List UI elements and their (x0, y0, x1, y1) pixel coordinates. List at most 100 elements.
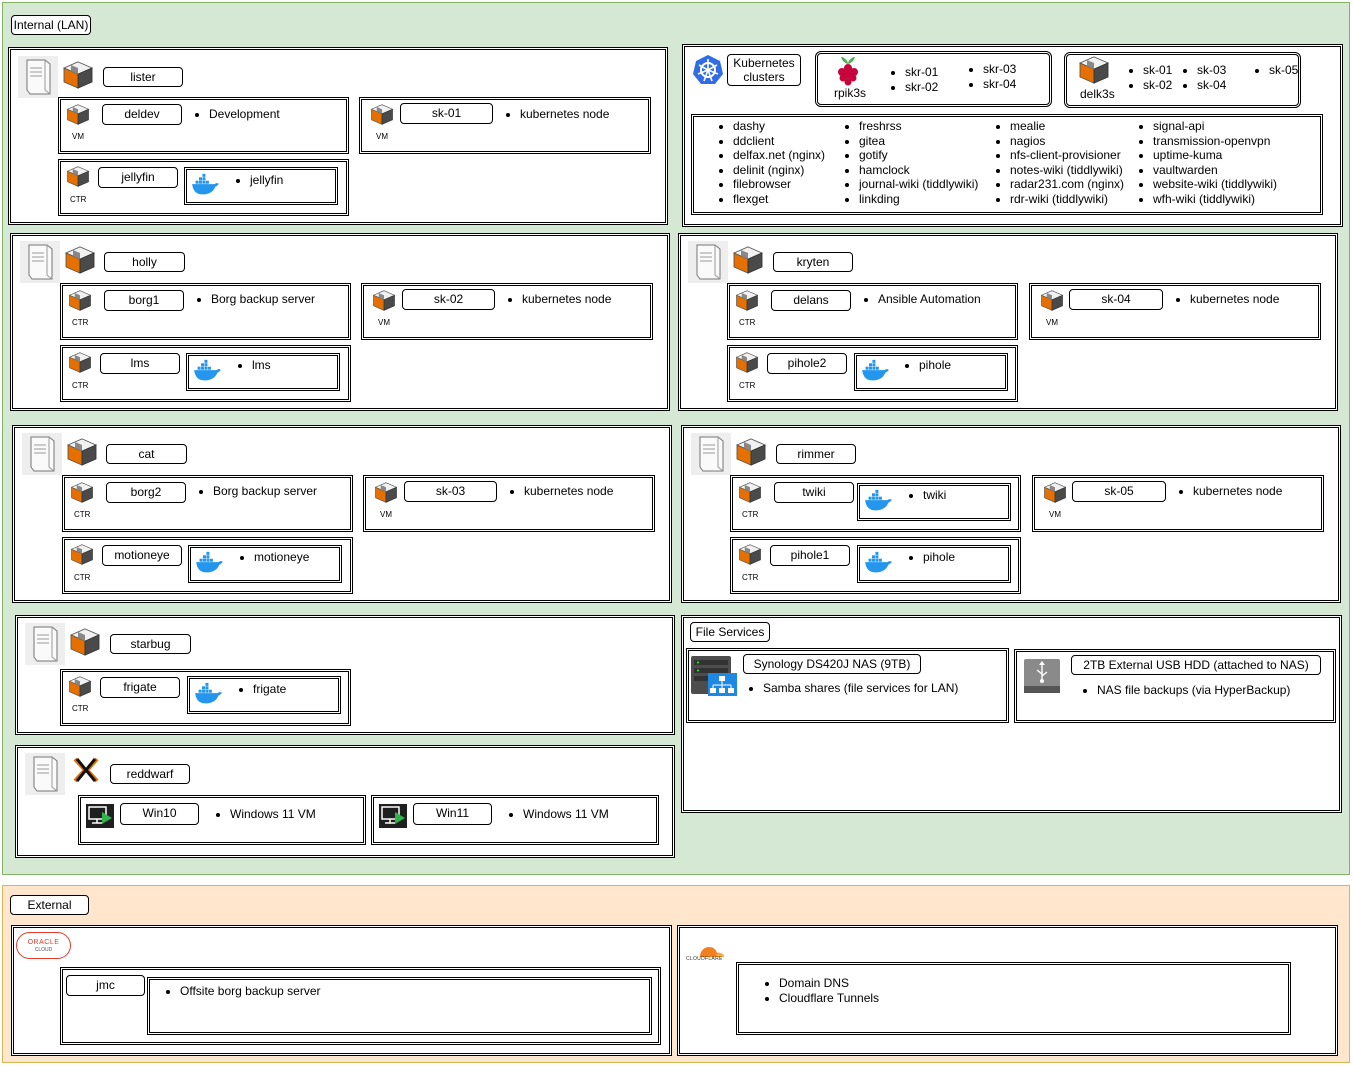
guest-name-delans: delans (771, 290, 851, 311)
apps-col2: freshrssgiteagotify hamclockjournal-wiki… (845, 119, 978, 206)
guest-name-sk-05: sk-05 (1072, 481, 1166, 502)
proxmox-icon (1043, 482, 1067, 503)
rpik3s-nodes-col1: skr-01skr-02 (891, 65, 938, 94)
proxmox-ve-icon (73, 757, 99, 783)
ctr-tag: CTR (739, 381, 756, 390)
kubernetes-icon (693, 55, 723, 84)
host-name-cat: cat (106, 444, 187, 464)
proxmox-icon (738, 482, 762, 503)
server-icon (688, 241, 728, 283)
ctr-tag: CTR (74, 510, 91, 519)
guest-name-sk-03: sk-03 (404, 481, 497, 502)
proxmox-icon (735, 290, 759, 311)
guest-name-sk-04: sk-04 (1069, 289, 1163, 310)
guest-name-frigate: frigate (100, 677, 180, 698)
proxmox-icon (70, 544, 94, 565)
proxmox-icon (66, 438, 98, 466)
proxmox-icon (69, 628, 101, 656)
vm-tag: VM (376, 132, 388, 141)
usb-drive-icon (1024, 659, 1060, 693)
guest-name-pihole1: pihole1 (770, 545, 850, 566)
rpik3s-nodes-col2: skr-03skr-04 (969, 62, 1016, 91)
guest-name-sk-01: sk-01 (400, 103, 493, 124)
guest-name-twiki: twiki (774, 482, 854, 503)
guest-name-win10: Win10 (120, 803, 199, 825)
guest-name-sk-02: sk-02 (402, 289, 495, 310)
delk3s-nodes-col3: sk-05 (1255, 63, 1298, 78)
proxmox-icon (66, 104, 90, 125)
docker-jellyfin-list: jellyfin (236, 173, 283, 188)
raspberry-pi-icon (838, 57, 858, 86)
cluster-name-delk3s: delk3s (1080, 87, 1115, 101)
docker-icon (863, 551, 893, 575)
guest-name-lms: lms (100, 353, 180, 374)
proxmox-icon (1078, 56, 1110, 84)
docker-pihole1-list: pihole (909, 550, 955, 565)
proxmox-icon (68, 676, 92, 697)
virtual-machine-icon (379, 804, 407, 828)
proxmox-icon (70, 482, 94, 503)
proxmox-icon (64, 246, 96, 274)
guest-borg1-list: Borg backup server (197, 292, 315, 307)
proxmox-icon (374, 482, 398, 503)
guest-sk-05-list: kubernetes node (1179, 484, 1282, 499)
vm-tag: VM (72, 132, 84, 141)
server-icon (20, 241, 60, 283)
cluster-name-rpik3s: rpik3s (834, 86, 867, 100)
guest-sk-03-list: kubernetes node (510, 484, 613, 499)
ctr-tag: CTR (74, 573, 91, 582)
server-icon (691, 433, 731, 475)
server-icon (25, 753, 65, 795)
proxmox-icon (370, 104, 394, 125)
external-label: External (10, 895, 89, 915)
vm-tag: VM (380, 510, 392, 519)
docker-icon (193, 682, 223, 706)
jmc-services-list: Offsite borg backup server (166, 984, 321, 999)
apps-col1: dashyddclientdelfax.net (nginx) delinit … (719, 119, 825, 206)
docker-lms-list: lms (238, 358, 271, 373)
nas-name: Synology DS420J NAS (9TB) (743, 654, 921, 674)
apps-col4: signal-apitransmission-openvpnuptime-kum… (1139, 119, 1277, 206)
file-services-label: File Services (690, 622, 770, 642)
vm-tag: VM (1049, 510, 1061, 519)
oracle-cloud-logo: ORACLE CLOUD (16, 932, 71, 959)
host-name-holly: holly (104, 252, 185, 272)
ctr-tag: CTR (72, 381, 89, 390)
host-name-rimmer: rimmer (776, 444, 856, 464)
apps-col3: mealienagiosnfs-client-provisioner notes… (996, 119, 1124, 206)
guest-sk-02-list: kubernetes node (508, 292, 611, 307)
docker-frigate-list: frigate (239, 682, 286, 697)
virtual-machine-icon (86, 804, 114, 828)
nas-network-icon (691, 656, 737, 696)
guest-delans-list: Ansible Automation (864, 292, 981, 307)
docker-icon (192, 359, 222, 383)
usb-hdd-name: 2TB External USB HDD (attached to NAS) (1071, 655, 1321, 675)
server-icon (22, 433, 62, 475)
internal-lan-label: Internal (LAN) (11, 15, 91, 35)
host-name-starbug: starbug (110, 634, 191, 654)
ctr-tag: CTR (742, 510, 759, 519)
guest-name-pihole2: pihole2 (767, 353, 847, 374)
proxmox-icon (62, 61, 94, 89)
ctr-tag: CTR (70, 195, 87, 204)
host-name-lister: lister (103, 67, 183, 87)
guest-sk-01-list: kubernetes node (506, 107, 609, 122)
server-icon (25, 623, 65, 665)
proxmox-icon (66, 166, 90, 187)
ctr-tag: CTR (742, 573, 759, 582)
ctr-tag: CTR (72, 704, 89, 713)
guest-name-deldev: deldev (102, 104, 182, 125)
proxmox-icon (738, 544, 762, 565)
proxmox-icon (732, 246, 764, 274)
host-name-reddwarf: reddwarf (110, 764, 190, 784)
proxmox-icon (68, 352, 92, 373)
ctr-tag: CTR (739, 318, 756, 327)
cloudflare-services-list: Domain DNSCloudflare Tunnels (765, 976, 879, 1005)
kubernetes-clusters-label: Kubernetes clusters (727, 54, 801, 86)
nas-list: Samba shares (file services for LAN) (749, 681, 958, 696)
vm-tag: VM (1046, 318, 1058, 327)
usb-hdd-list: NAS file backups (via HyperBackup) (1083, 683, 1290, 698)
docker-icon (194, 551, 224, 575)
proxmox-icon (68, 290, 92, 311)
docker-motioneye-list: motioneye (240, 550, 309, 565)
